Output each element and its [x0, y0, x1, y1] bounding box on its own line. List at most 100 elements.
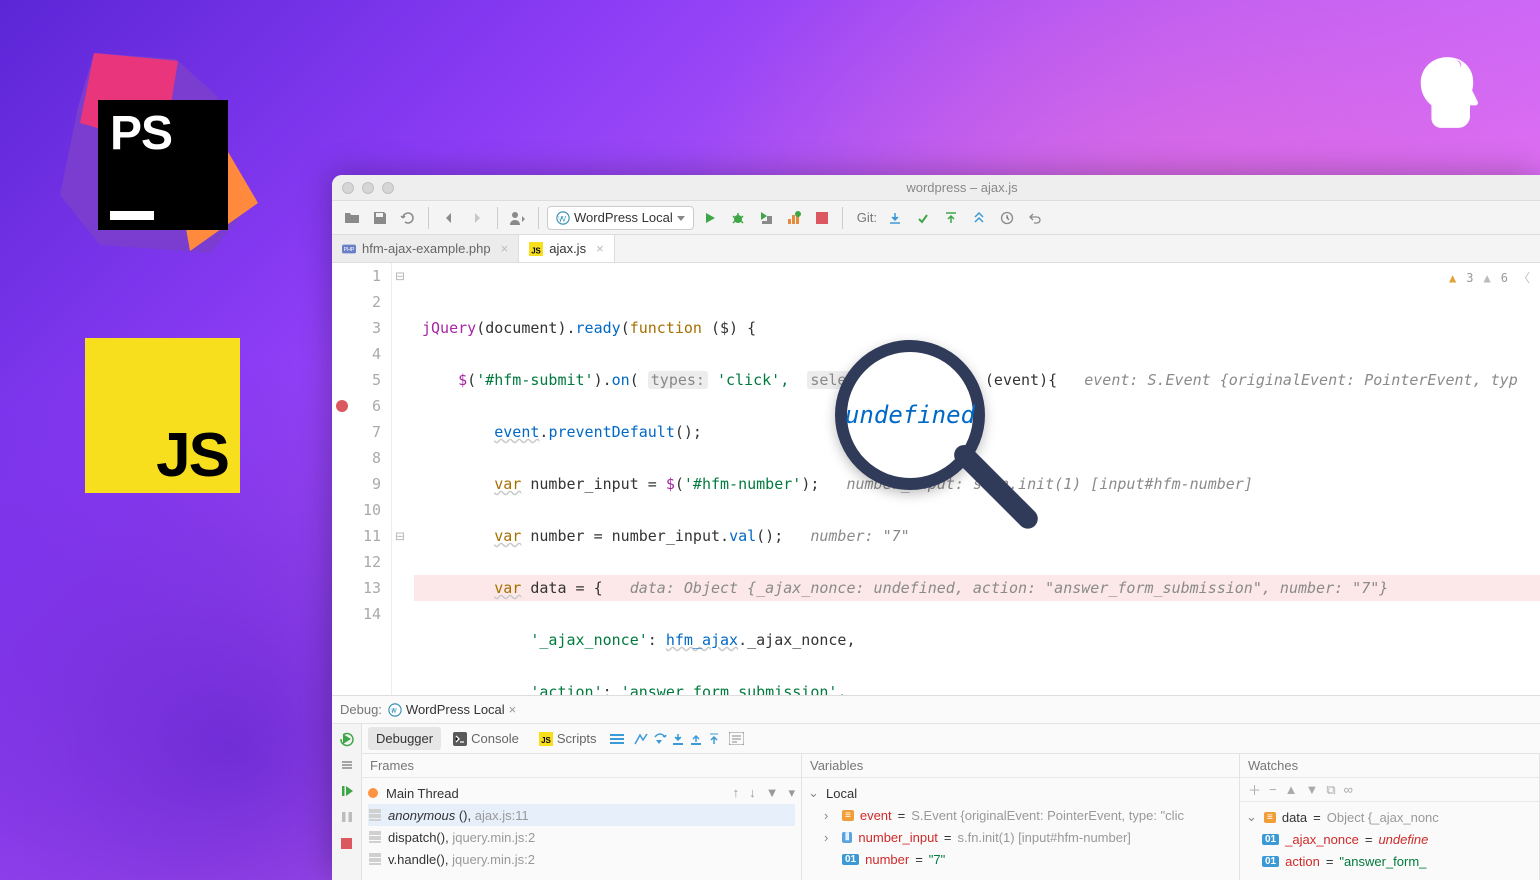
prev-frame-button[interactable]: ↑: [733, 785, 740, 801]
breakpoint-icon[interactable]: [336, 400, 348, 412]
copy-watch-button[interactable]: ⧉: [1326, 782, 1335, 798]
close-window-button[interactable]: [342, 182, 354, 194]
line-number: 9: [332, 471, 381, 497]
debugger-tab[interactable]: Debugger: [368, 727, 441, 750]
add-watch-button[interactable]: ＋: [1248, 780, 1261, 799]
stop-button[interactable]: [810, 206, 834, 230]
inspection-badges[interactable]: ▲3 ▲6 〈: [1449, 265, 1530, 291]
thread-row[interactable]: Main Thread ↑ ↓ ▼ ▾: [368, 782, 795, 804]
git-label: Git:: [857, 210, 877, 225]
zoom-window-button[interactable]: [382, 182, 394, 194]
code-area[interactable]: ▲3 ▲6 〈 jQuery(document).ready(function …: [408, 263, 1540, 695]
modify-run-button[interactable]: [336, 754, 358, 776]
line-number: 14: [332, 601, 381, 627]
reload-button[interactable]: [396, 206, 420, 230]
line-number: 5: [332, 367, 381, 393]
tab-hfm-ajax-example[interactable]: PHP hfm-ajax-example.php ×: [332, 235, 519, 262]
coverage-button[interactable]: [754, 206, 778, 230]
frames-panel: Frames Main Thread ↑ ↓ ▼ ▾: [362, 754, 802, 880]
thread-status-icon: [368, 788, 378, 798]
show-watches-button[interactable]: ∞: [1344, 782, 1353, 797]
step-over-button[interactable]: [653, 732, 667, 746]
console-tab[interactable]: Console: [445, 727, 527, 750]
gutter: 1 2 3 4 5 6 7 8 9 10 11 12 13 14: [332, 263, 392, 695]
watch-up-button[interactable]: ▲: [1285, 782, 1298, 797]
back-button[interactable]: [437, 206, 461, 230]
variable-row[interactable]: ›01 number = "7": [808, 848, 1233, 870]
line-number: 11: [332, 523, 381, 549]
stop-debug-button[interactable]: [336, 832, 358, 854]
scripts-tab[interactable]: JSScripts: [531, 727, 605, 750]
close-icon[interactable]: ×: [596, 241, 604, 256]
watch-row[interactable]: ⌄≡ data = Object {_ajax_nonc: [1246, 806, 1533, 828]
step-out-button[interactable]: [689, 732, 703, 746]
open-file-button[interactable]: [340, 206, 364, 230]
head-profile-icon: [1415, 55, 1480, 130]
line-number: 7: [332, 419, 381, 445]
tab-ajax-js[interactable]: JS ajax.js ×: [519, 235, 614, 262]
evaluate-expression-button[interactable]: [729, 732, 744, 745]
resume-button[interactable]: [336, 780, 358, 802]
minimize-window-button[interactable]: [362, 182, 374, 194]
history-button[interactable]: [995, 206, 1019, 230]
ide-window: wordpress – ajax.js WordPress Local Git:: [332, 175, 1540, 880]
variables-panel: Variables ⌄Local ›≡ event = S.Event {ori…: [802, 754, 1240, 880]
scope-row[interactable]: ⌄Local: [808, 782, 1233, 804]
debug-toolbar: Debugger Console JSScripts: [362, 724, 1540, 754]
rollback-button[interactable]: [1023, 206, 1047, 230]
debug-header: Debug: WordPress Local ×: [332, 696, 1540, 724]
remove-watch-button[interactable]: −: [1269, 782, 1277, 797]
javascript-logo: JS: [85, 338, 240, 493]
variable-row[interactable]: ›≡ event = S.Event {originalEvent: Point…: [808, 804, 1233, 826]
run-configuration-label: WordPress Local: [574, 210, 673, 225]
filter-frames-button[interactable]: ▼: [766, 785, 779, 801]
run-configuration-select[interactable]: WordPress Local: [547, 206, 694, 230]
forward-button[interactable]: [465, 206, 489, 230]
line-number: 6: [332, 393, 381, 419]
watch-row[interactable]: 01 action = "answer_form_: [1246, 850, 1533, 872]
debug-config[interactable]: WordPress Local ×: [388, 702, 516, 717]
titlebar: wordpress – ajax.js: [332, 175, 1540, 201]
rerun-button[interactable]: [336, 728, 358, 750]
line-number: 12: [332, 549, 381, 575]
editor-tabs: PHP hfm-ajax-example.php × JS ajax.js ×: [332, 235, 1540, 263]
stack-frame[interactable]: anonymous (), ajax.js:11: [368, 804, 795, 826]
watch-row[interactable]: 01 _ajax_nonce = undefine: [1246, 828, 1533, 850]
threads-button[interactable]: [609, 732, 625, 746]
wordpress-icon: [556, 211, 570, 225]
console-icon: [453, 732, 467, 746]
frames-menu-button[interactable]: ▾: [788, 785, 795, 801]
watch-down-button[interactable]: ▼: [1305, 782, 1318, 797]
window-title: wordpress – ajax.js: [394, 180, 1530, 195]
save-button[interactable]: [368, 206, 392, 230]
next-frame-button[interactable]: ↓: [749, 785, 756, 801]
profile-button[interactable]: [782, 206, 806, 230]
git-pull-button[interactable]: [883, 206, 907, 230]
run-to-cursor-button[interactable]: [707, 732, 721, 746]
stack-frame[interactable]: v.handle(), jquery.min.js:2: [368, 848, 795, 870]
stack-frame-icon: [368, 808, 382, 822]
variables-title: Variables: [810, 758, 863, 773]
git-commit-button[interactable]: [911, 206, 935, 230]
debug-button[interactable]: [726, 206, 750, 230]
stack-frame-icon: [368, 852, 382, 866]
show-execution-point-button[interactable]: [633, 732, 649, 746]
close-icon[interactable]: ×: [509, 702, 517, 717]
pause-button[interactable]: [336, 806, 358, 828]
code-with-me-button[interactable]: [506, 206, 530, 230]
step-into-button[interactable]: [671, 732, 685, 746]
variable-row[interactable]: ›⦀ number_input = s.fn.init(1) [input#hf…: [808, 826, 1233, 848]
svg-text:PHP: PHP: [344, 247, 355, 253]
line-number: 8: [332, 445, 381, 471]
phpstorm-logo: PS: [60, 55, 260, 255]
stack-frame[interactable]: dispatch(), jquery.min.js:2: [368, 826, 795, 848]
fold-column: ⊟⊟: [392, 263, 408, 695]
run-button[interactable]: [698, 206, 722, 230]
wordpress-icon: [388, 703, 402, 717]
git-push-button[interactable]: [939, 206, 963, 230]
code-editor[interactable]: 1 2 3 4 5 6 7 8 9 10 11 12 13 14 ⊟⊟ ▲3 ▲…: [332, 263, 1540, 695]
close-icon[interactable]: ×: [501, 241, 509, 256]
javascript-logo-text: JS: [156, 425, 228, 487]
php-file-icon: PHP: [342, 242, 356, 256]
git-update-button[interactable]: [967, 206, 991, 230]
